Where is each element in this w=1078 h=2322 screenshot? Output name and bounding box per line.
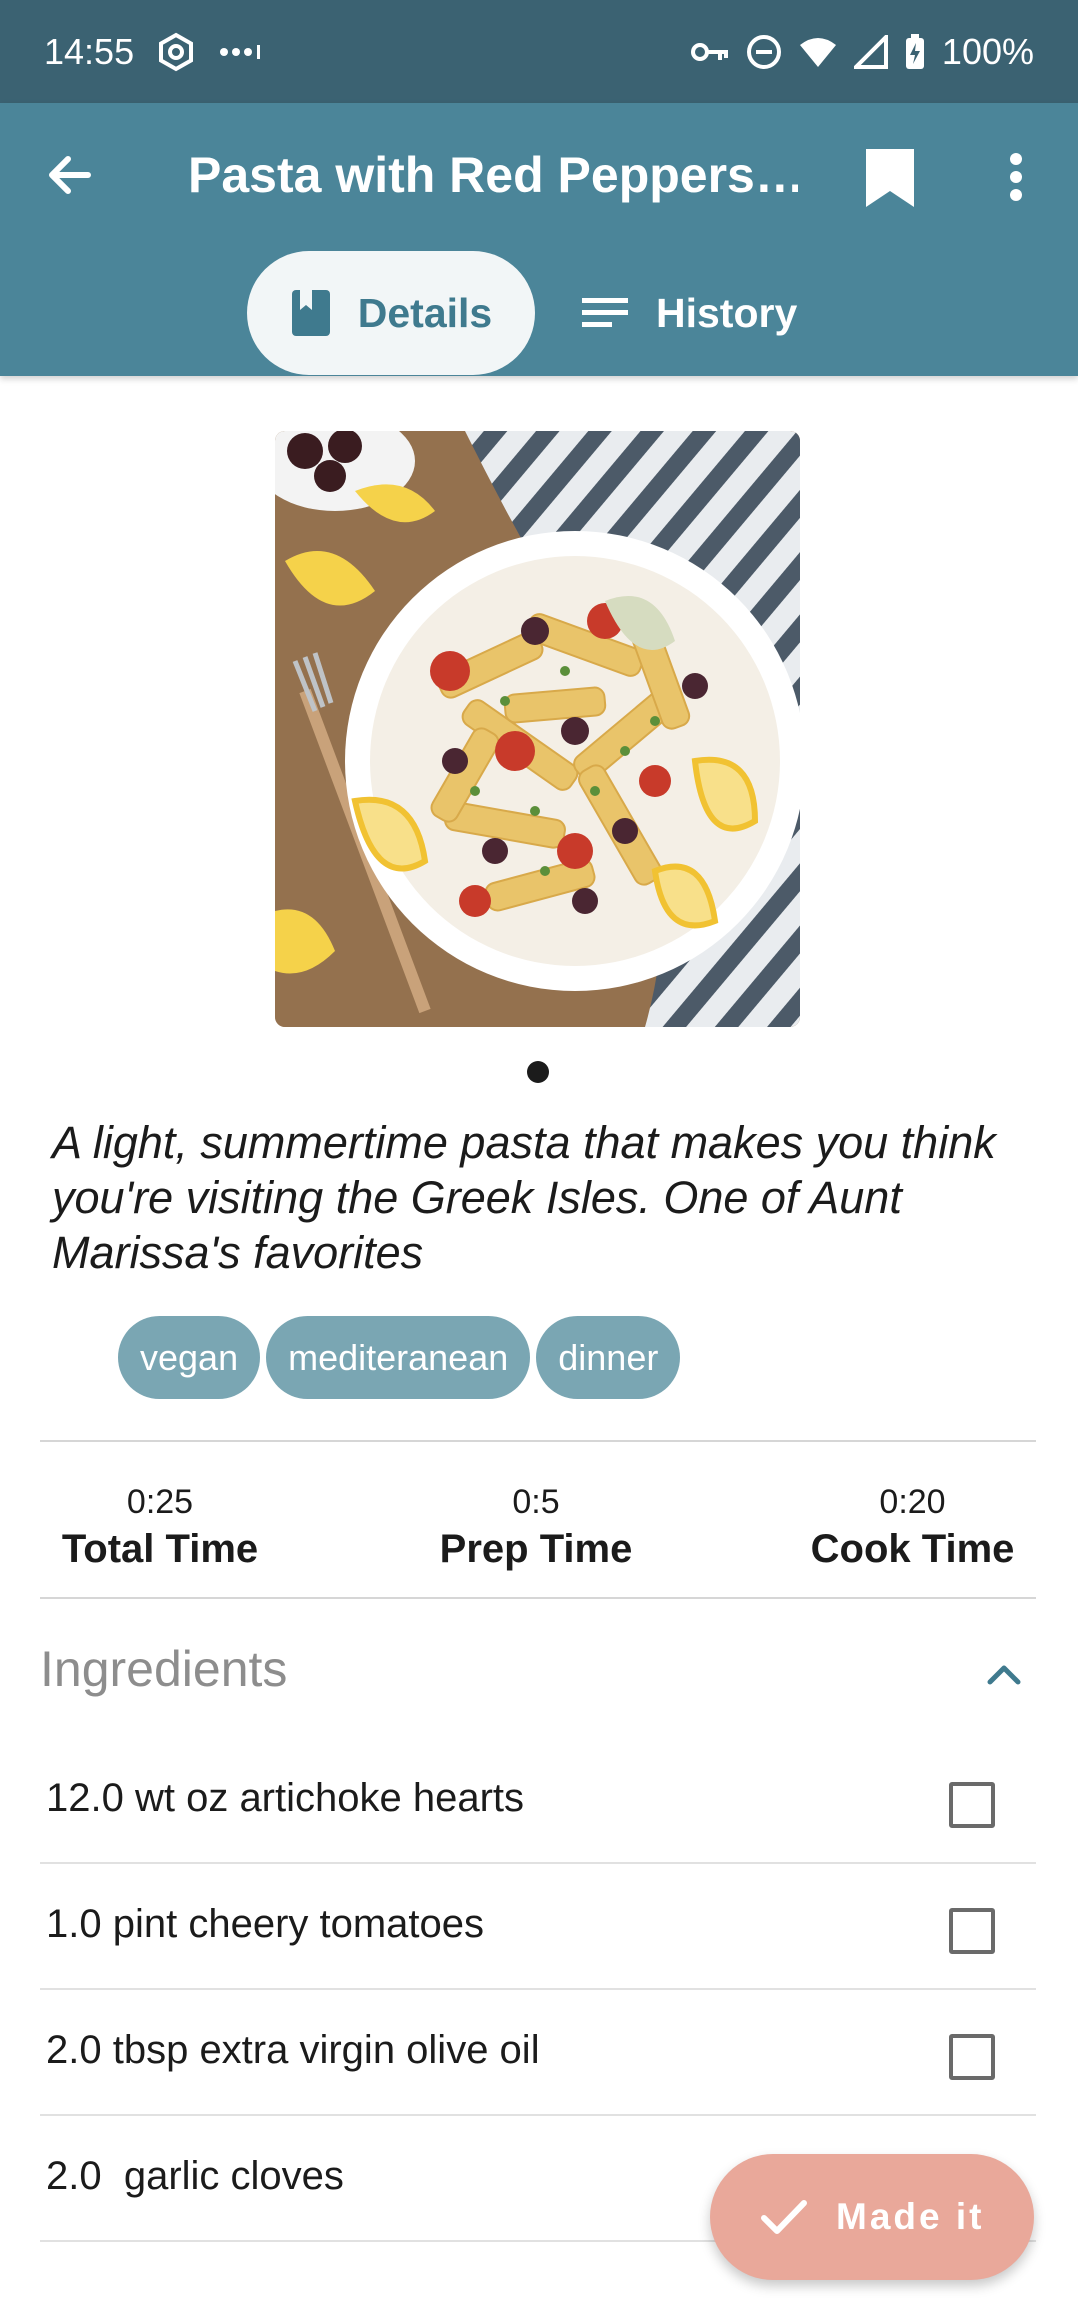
more-vert-icon[interactable]: [994, 145, 1038, 209]
prep-time-value: 0:5: [512, 1483, 560, 1521]
battery-percentage: 100%: [941, 30, 1034, 72]
prep-time-label: Prep Time: [439, 1527, 633, 1571]
made-it-button[interactable]: Made it: [710, 2154, 1034, 2280]
ingredient-checkbox[interactable]: [949, 2034, 995, 2080]
app-bar: Pasta with Red Peppers… Details History: [0, 103, 1078, 376]
divider: [40, 1597, 1036, 1599]
bookmark-icon[interactable]: [862, 145, 918, 211]
made-it-label: Made it: [836, 2196, 985, 2237]
ingredient-checkbox[interactable]: [949, 1782, 995, 1828]
tab-details[interactable]: Details: [247, 251, 535, 375]
vpn-hex-icon: [159, 32, 194, 71]
tab-bar: Details History: [0, 251, 1078, 376]
check-icon: [761, 2200, 807, 2234]
ingredient-row: 1.0 pint cheery tomatoes: [40, 1864, 1036, 1990]
ingredient-text: 1.0 pint cheery tomatoes: [46, 1902, 485, 1946]
status-time: 14:55: [44, 30, 135, 72]
ingredient-text: 12.0 wt oz artichoke hearts: [46, 1776, 525, 1820]
cell-signal-icon: [853, 34, 888, 69]
tag-chip[interactable]: vegan: [118, 1316, 261, 1399]
status-bar: 14:55 100%: [0, 0, 1078, 103]
tag-chip[interactable]: mediteranean: [266, 1316, 531, 1399]
carousel-page-indicator: [527, 1061, 549, 1083]
ingredient-checkbox[interactable]: [949, 1908, 995, 1954]
tag-chip[interactable]: dinner: [536, 1316, 681, 1399]
ingredients-header[interactable]: Ingredients: [40, 1640, 287, 1698]
ingredient-text: 2.0 tbsp extra virgin olive oil: [46, 2028, 540, 2072]
chevron-up-icon[interactable]: [980, 1650, 1028, 1698]
recipe-description: A light, summertime pasta that makes you…: [52, 1117, 996, 1278]
recipe-title: Pasta with Red Peppers…: [188, 147, 798, 203]
cook-time-value: 0:20: [879, 1483, 946, 1521]
cook-time: 0:20 Cook Time: [805, 1480, 1020, 1574]
back-arrow-icon[interactable]: [40, 145, 100, 205]
total-time-label: Total Time: [61, 1527, 259, 1571]
ingredient-row: 2.0 tbsp extra virgin olive oil: [40, 1990, 1036, 2116]
battery-charging-icon: [905, 33, 924, 69]
book-icon: [291, 290, 330, 336]
more-notifications-icon: [220, 44, 261, 59]
cook-time-label: Cook Time: [810, 1527, 1015, 1571]
tag-list: vegan mediteranean dinner: [118, 1316, 681, 1399]
divider: [40, 1440, 1036, 1442]
prep-time: 0:5 Prep Time: [431, 1480, 641, 1574]
wifi-icon: [799, 37, 836, 67]
total-time: 0:25 Total Time: [60, 1480, 260, 1574]
tab-history-label: History: [656, 289, 798, 336]
ingredient-row: 12.0 wt oz artichoke hearts: [40, 1738, 1036, 1864]
do-not-disturb-icon: [746, 34, 781, 69]
tab-details-label: Details: [357, 289, 493, 336]
tab-history[interactable]: History: [580, 251, 810, 375]
list-icon: [582, 298, 628, 327]
ingredient-text: 2.0 garlic cloves: [46, 2154, 344, 2198]
key-icon: [690, 42, 728, 61]
recipe-photo[interactable]: [275, 431, 800, 1027]
total-time-value: 0:25: [126, 1483, 194, 1521]
